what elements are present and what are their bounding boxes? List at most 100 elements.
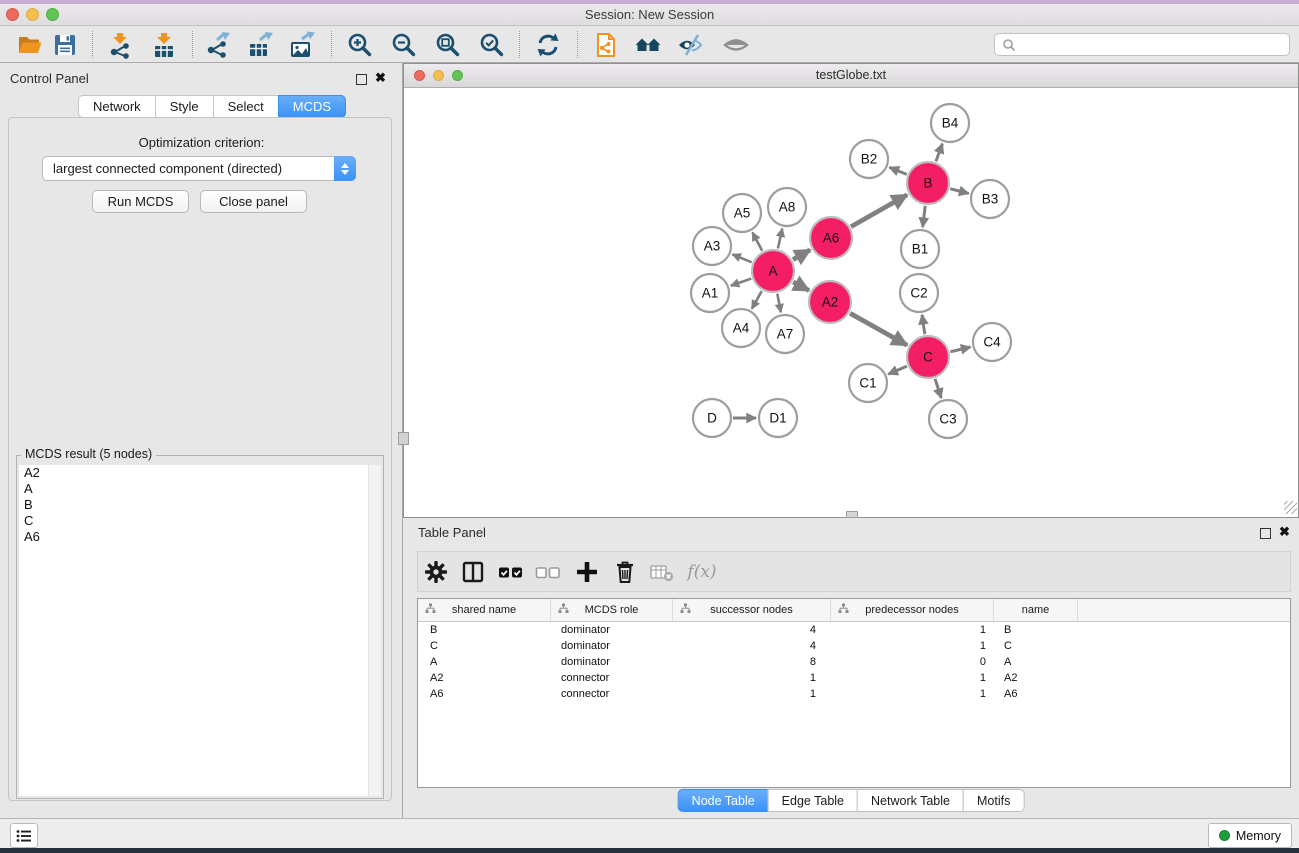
tab-style[interactable]: Style [155, 95, 214, 118]
mcds-result-item[interactable]: A6 [19, 529, 381, 545]
tab-select[interactable]: Select [213, 95, 279, 118]
network-canvas[interactable]: B4B2BB3A5A8A6A3B1AC2A1A2A4A7C4CC1DD1C3 [404, 88, 1298, 517]
graph-node-B1[interactable]: B1 [901, 230, 939, 268]
export-table-icon[interactable] [245, 30, 275, 60]
table-cell[interactable]: A [994, 656, 1078, 668]
graph-node-A4[interactable]: A4 [722, 309, 760, 347]
save-session-icon[interactable] [50, 30, 80, 60]
table-cell[interactable]: A2 [994, 672, 1078, 684]
graph-node-A8[interactable]: A8 [768, 188, 806, 226]
show-all-icon[interactable] [721, 30, 751, 60]
column-header-shared-name[interactable]: shared name [418, 599, 551, 621]
network-window-titlebar[interactable]: testGlobe.txt [404, 64, 1298, 88]
tab-node-table[interactable]: Node Table [678, 789, 769, 812]
close-panel-icon[interactable]: ✖ [1279, 524, 1290, 540]
zoom-in-icon[interactable] [345, 30, 375, 60]
graph-node-A3[interactable]: A3 [693, 227, 731, 265]
task-history-button[interactable] [10, 823, 38, 848]
column-header-name[interactable]: name [994, 599, 1078, 621]
table-cell[interactable]: 1 [831, 640, 994, 652]
open-session-icon[interactable] [15, 30, 45, 60]
import-table-icon[interactable] [149, 30, 179, 60]
graph-edge-C-C4[interactable] [950, 347, 970, 352]
table-cell[interactable]: C [418, 640, 551, 652]
first-neighbors-icon[interactable] [633, 30, 663, 60]
column-header-predecessor-nodes[interactable]: predecessor nodes [831, 599, 994, 621]
graph-edge-B-B2[interactable] [889, 167, 906, 174]
table-cell[interactable]: 8 [673, 656, 831, 668]
select-all-checks-icon[interactable] [496, 557, 526, 587]
criterion-dropdown[interactable]: largest connected component (directed) [42, 156, 356, 181]
table-cell[interactable]: dominator [551, 624, 673, 636]
table-row[interactable]: Cdominator41C [418, 638, 1290, 654]
graph-node-A6[interactable]: A6 [810, 217, 852, 259]
graph-edge-A-A4[interactable] [752, 291, 762, 309]
table-cell[interactable]: connector [551, 672, 673, 684]
refresh-icon[interactable] [533, 30, 563, 60]
graph-node-C[interactable]: C [907, 336, 949, 378]
graph-edge-A-A6[interactable] [793, 250, 810, 260]
list-scrollbar[interactable] [368, 465, 381, 796]
table-cell[interactable]: dominator [551, 640, 673, 652]
add-row-icon[interactable] [572, 557, 602, 587]
zoom-out-icon[interactable] [389, 30, 419, 60]
zoom-fit-icon[interactable] [433, 30, 463, 60]
table-cell[interactable]: A [418, 656, 551, 668]
graph-node-C1[interactable]: C1 [849, 364, 887, 402]
column-header-successor-nodes[interactable]: successor nodes [673, 599, 831, 621]
graph-node-A[interactable]: A [752, 250, 794, 292]
graph-edge-A2-C[interactable] [850, 313, 907, 345]
column-header-mcds-role[interactable]: MCDS role [551, 599, 673, 621]
graph-node-C4[interactable]: C4 [973, 323, 1011, 361]
horizontal-scroll-thumb[interactable] [846, 511, 858, 518]
vertical-scroll-thumb[interactable] [398, 432, 409, 445]
table-cell[interactable]: B [418, 624, 551, 636]
graph-edge-C-C2[interactable] [922, 315, 925, 334]
graph-node-B4[interactable]: B4 [931, 104, 969, 142]
tab-mcds[interactable]: MCDS [278, 95, 346, 118]
resize-grip-icon[interactable] [1284, 501, 1297, 514]
graph-node-A5[interactable]: A5 [723, 194, 761, 232]
graph-node-D1[interactable]: D1 [759, 399, 797, 437]
tab-motifs[interactable]: Motifs [963, 789, 1024, 812]
graph-edge-C-C1[interactable] [888, 366, 907, 374]
table-cell[interactable]: 1 [831, 672, 994, 684]
delete-table-icon[interactable] [647, 557, 677, 587]
table-row[interactable]: Adominator80A [418, 654, 1290, 670]
table-cell[interactable]: C [994, 640, 1078, 652]
zoom-selected-icon[interactable] [477, 30, 507, 60]
table-cell[interactable]: dominator [551, 656, 673, 668]
memory-button[interactable]: Memory [1208, 823, 1292, 848]
graph-edge-A-A3[interactable] [732, 254, 751, 262]
graph-edge-B-B1[interactable] [923, 206, 926, 227]
table-row[interactable]: A2connector11A2 [418, 670, 1290, 686]
hide-selected-icon[interactable] [675, 30, 705, 60]
graph-node-A7[interactable]: A7 [766, 315, 804, 353]
graph-edge-A-A2[interactable] [793, 282, 809, 291]
graph-node-B2[interactable]: B2 [850, 140, 888, 178]
new-network-from-selection-icon[interactable] [591, 30, 621, 60]
close-panel-button[interactable]: Close panel [200, 190, 307, 213]
table-cell[interactable]: 4 [673, 624, 831, 636]
import-network-icon[interactable] [105, 30, 135, 60]
graph-edge-A-A5[interactable] [752, 232, 762, 250]
graph-edge-B-B4[interactable] [936, 144, 943, 162]
table-cell[interactable]: B [994, 624, 1078, 636]
tab-edge-table[interactable]: Edge Table [768, 789, 858, 812]
graph-edge-C-C3[interactable] [935, 379, 941, 398]
table-cell[interactable]: A6 [418, 688, 551, 700]
graph-edge-A6-B[interactable] [851, 195, 907, 227]
table-cell[interactable]: A2 [418, 672, 551, 684]
float-panel-icon[interactable] [1260, 528, 1271, 539]
mcds-result-item[interactable]: C [19, 513, 381, 529]
graph-node-A1[interactable]: A1 [691, 274, 729, 312]
table-cell[interactable]: 4 [673, 640, 831, 652]
export-image-icon[interactable] [287, 30, 317, 60]
run-mcds-button[interactable]: Run MCDS [92, 190, 189, 213]
float-panel-icon[interactable] [356, 74, 367, 85]
search-input[interactable] [1016, 36, 1289, 54]
mcds-result-item[interactable]: A2 [19, 465, 381, 481]
table-cell[interactable]: 0 [831, 656, 994, 668]
graph-edge-A-A8[interactable] [778, 228, 782, 248]
table-row[interactable]: Bdominator41B [418, 622, 1290, 638]
